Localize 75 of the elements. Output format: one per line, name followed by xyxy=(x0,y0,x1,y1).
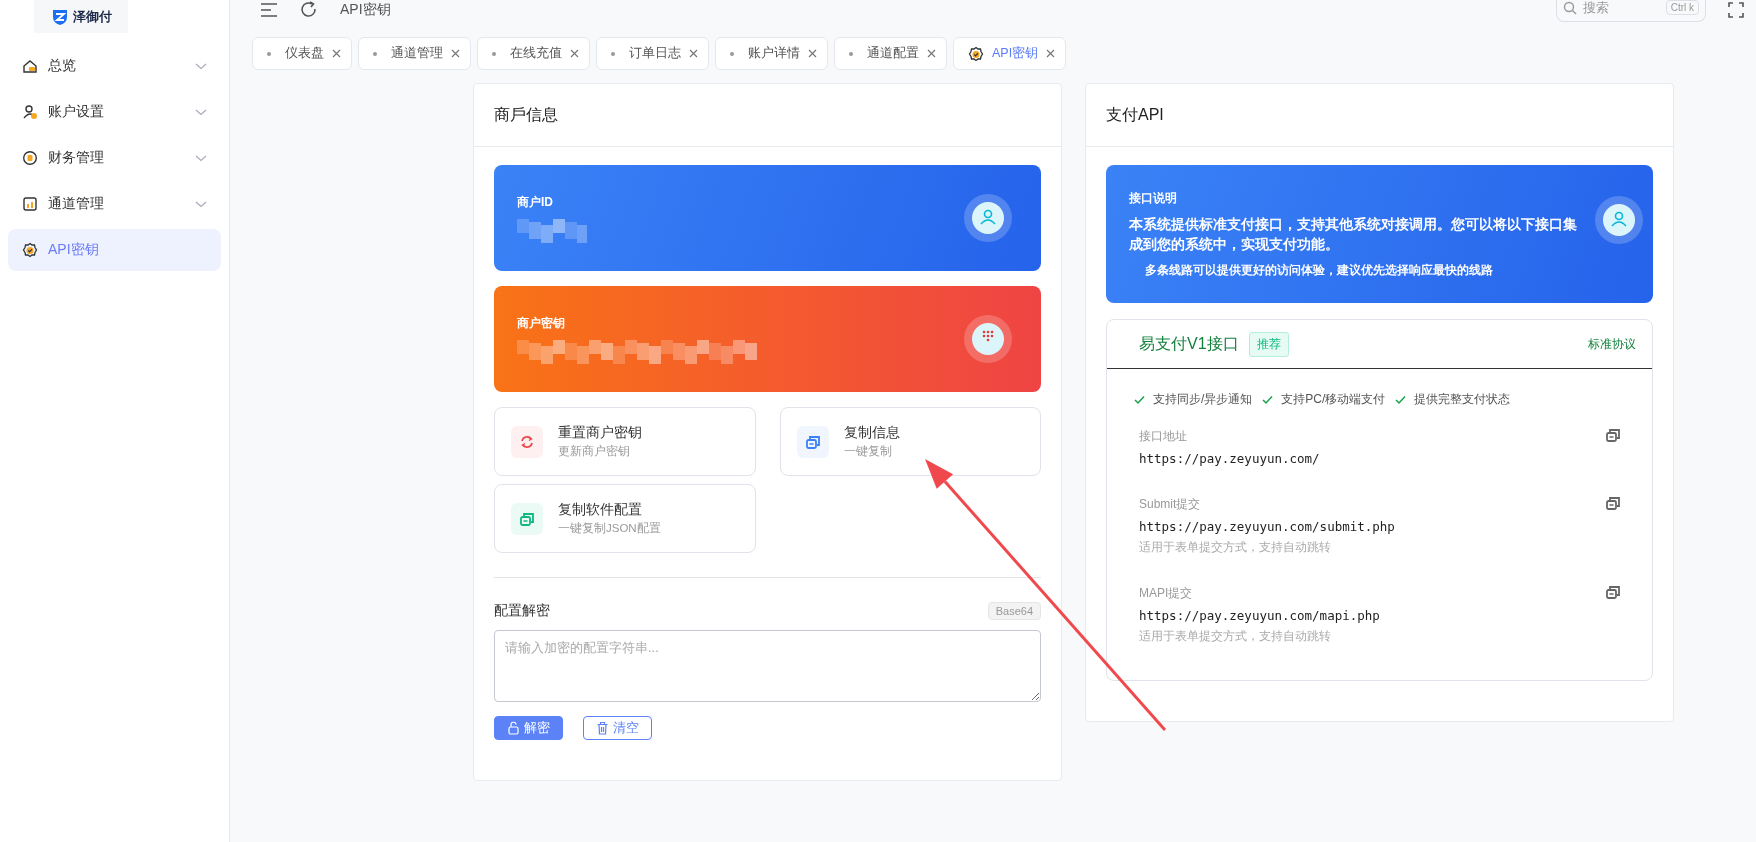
decrypt-button[interactable]: 解密 xyxy=(494,716,563,740)
copy-icon[interactable] xyxy=(1606,585,1620,599)
endpoint-url: https://pay.zeyuyun.com/ xyxy=(1139,451,1321,466)
card-label: 商户密钥 xyxy=(517,314,566,332)
trash-icon xyxy=(596,721,609,735)
close-icon[interactable] xyxy=(927,49,936,58)
coin-icon xyxy=(22,150,38,166)
sidebar-item[interactable]: 总览 xyxy=(8,45,221,87)
action-title: 复制软件配置 xyxy=(558,501,643,519)
sidebar-item[interactable]: 账户设置 xyxy=(8,91,221,133)
check-icon xyxy=(1134,394,1145,405)
sidebar-item[interactable]: 通道管理 xyxy=(8,183,221,225)
close-icon[interactable] xyxy=(570,49,579,58)
endpoint-label: Submit提交 xyxy=(1139,496,1202,513)
endpoint-url: https://pay.zeyuyun.com/submit.php xyxy=(1139,519,1396,534)
close-icon[interactable] xyxy=(451,49,460,58)
logo-text: 泽御付 xyxy=(72,7,112,26)
search-icon xyxy=(1563,0,1577,15)
tab[interactable]: 账户详情 xyxy=(715,37,828,70)
menu-icon[interactable] xyxy=(260,2,278,18)
clear-button[interactable]: 清空 xyxy=(583,716,652,740)
badge-icon xyxy=(968,45,984,62)
action-title: 重置商户密钥 xyxy=(558,424,642,442)
copy-icon[interactable] xyxy=(1606,428,1620,442)
chart-icon xyxy=(22,196,38,212)
feature-text: 支持PC/移动端支付 xyxy=(1281,391,1386,408)
check-icon xyxy=(1395,394,1407,405)
input-field[interactable]: 请输入加密的配置字符串... xyxy=(494,630,1041,702)
endpoint-hint: 适用于表单提交方式，支持自动跳转 xyxy=(1139,629,1332,644)
close-icon[interactable] xyxy=(689,49,698,58)
breadcrumb: API密钥 xyxy=(340,1,391,19)
panel-title: 支付API xyxy=(1086,84,1673,147)
panel-title: 商戶信息 xyxy=(474,84,1061,147)
sidebar-item[interactable]: 财务管理 xyxy=(8,137,221,179)
interface-name: 易支付V1接口 xyxy=(1139,333,1239,354)
shortcut-key: Ctrl k xyxy=(1665,0,1699,15)
check-icon xyxy=(1262,394,1274,405)
user-icon xyxy=(22,104,38,120)
section-label: 配置解密 xyxy=(494,602,550,620)
tab[interactable]: 仪表盘 xyxy=(252,37,352,70)
action-card[interactable]: 重置商户密钥 更新商户密钥 xyxy=(494,407,756,476)
close-icon[interactable] xyxy=(808,49,817,58)
badge-icon xyxy=(22,242,38,258)
endpoint-url: https://pay.zeyuyun.com/mapi.php xyxy=(1139,608,1381,623)
action-subtitle: 一键复制 xyxy=(843,444,893,459)
redacted-value xyxy=(517,218,587,243)
endpoint-label: MAPI提交 xyxy=(1139,585,1194,602)
endpoint-hint: 适用于表单提交方式，支持自动跳转 xyxy=(1139,540,1332,555)
tab[interactable]: 通道管理 xyxy=(358,37,471,70)
tab[interactable]: 订单日志 xyxy=(596,37,709,70)
close-icon[interactable] xyxy=(1046,49,1056,58)
protocol-label: 标准协议 xyxy=(1588,335,1636,353)
refresh-icon[interactable] xyxy=(300,1,318,19)
close-icon[interactable] xyxy=(332,49,341,58)
action-subtitle: 更新商户密钥 xyxy=(558,444,631,459)
action-subtitle: 一键复制JSON配置 xyxy=(558,521,661,536)
feature-text: 支持同步/异步通知 xyxy=(1153,391,1253,408)
tab[interactable]: API密钥 xyxy=(953,37,1067,70)
copy-icon[interactable] xyxy=(1606,496,1620,510)
recommended-tag: 推荐 xyxy=(1248,331,1289,357)
card-label: 商户ID xyxy=(517,193,554,211)
action-card[interactable]: 复制软件配置 一键复制JSON配置 xyxy=(494,484,756,553)
action-title: 复制信息 xyxy=(843,424,900,442)
format-tag: Base64 xyxy=(987,602,1041,620)
banner-text: 本系统提供标准支付接口，支持其他系统对接调用。您可以将以下接口集成到您的系统中，实现支付功能。 xyxy=(1129,216,1578,254)
tab[interactable]: 在线充值 xyxy=(477,37,590,70)
feature-text: 提供完整支付状态 xyxy=(1414,391,1511,408)
unlock-icon xyxy=(507,721,520,735)
endpoint-label: 接口地址 xyxy=(1139,428,1188,445)
home-icon xyxy=(22,58,38,74)
shield-icon xyxy=(50,7,69,26)
banner-note: 多条线路可以提供更好的访问体验，建议优先选择响应最快的线路 xyxy=(1144,263,1494,278)
tab[interactable]: 通道配置 xyxy=(834,37,947,70)
fullscreen-icon[interactable] xyxy=(1728,2,1744,18)
banner-label: 接口说明 xyxy=(1129,190,1178,207)
